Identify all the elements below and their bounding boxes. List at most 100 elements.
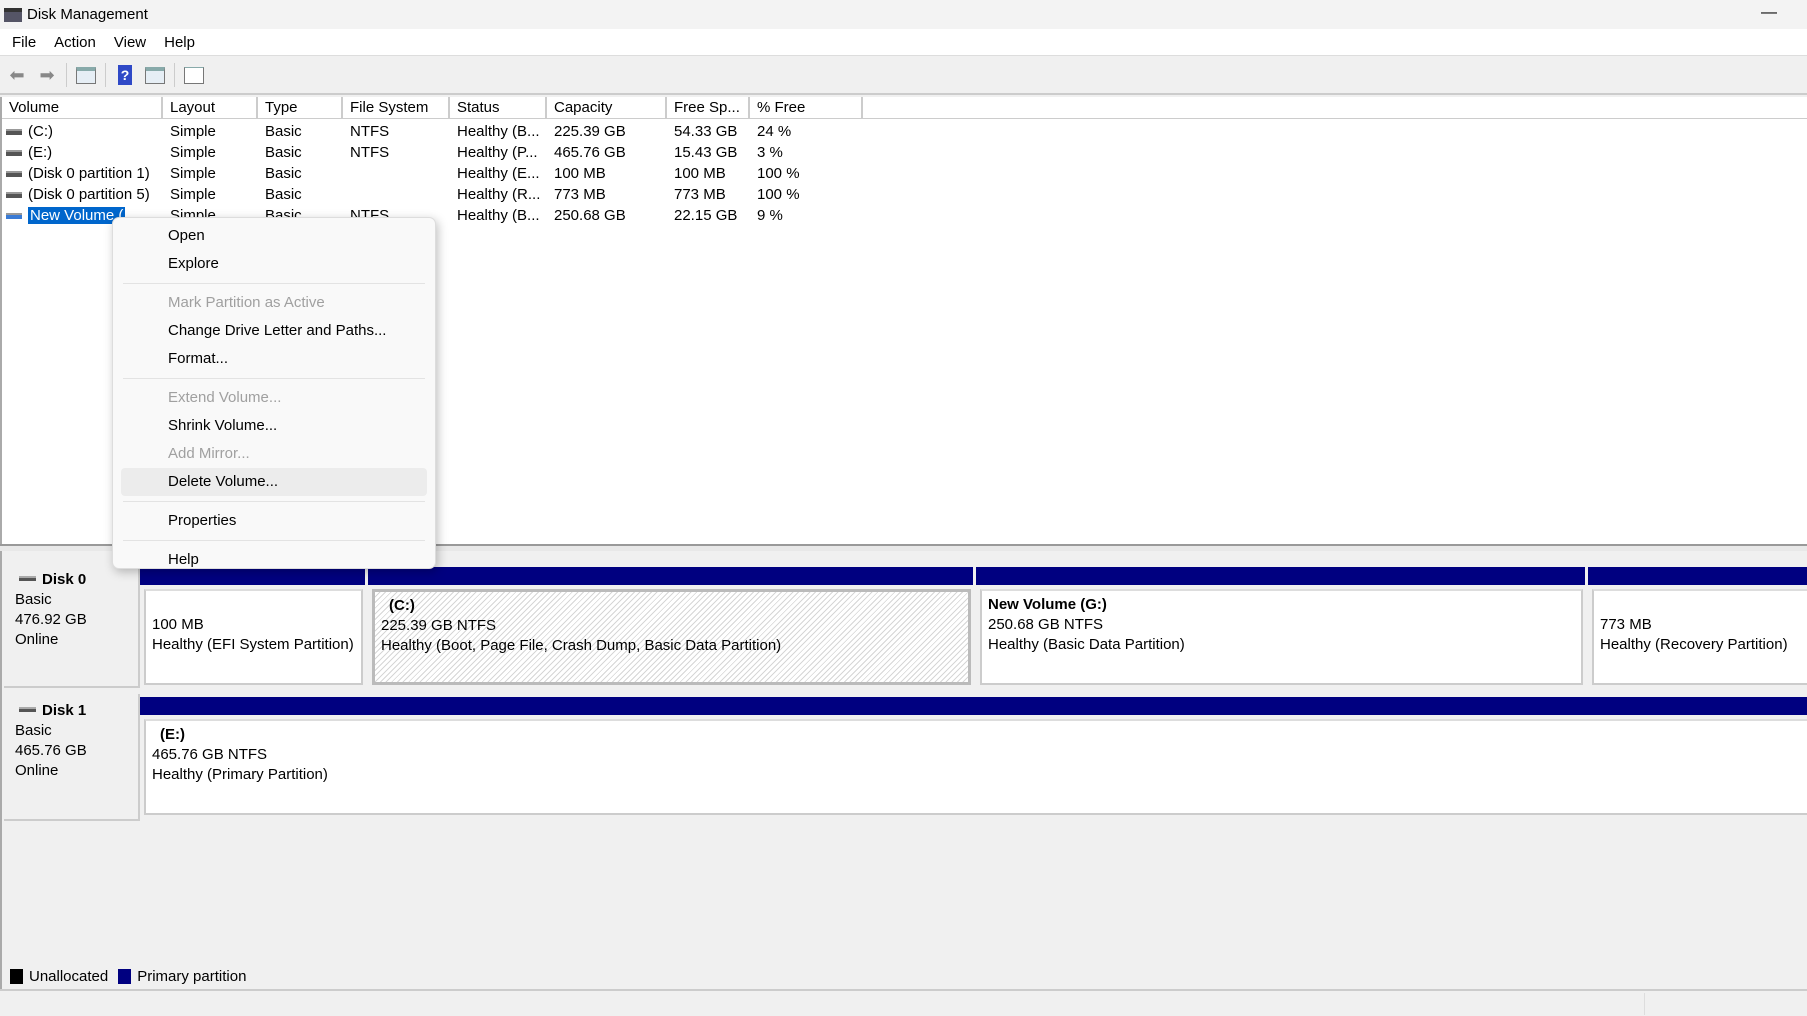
column-header-capacity[interactable]: Capacity [547, 97, 667, 119]
menu-separator [123, 378, 425, 379]
volume-row[interactable]: (E:) Simple Basic NTFS Healthy (P... 465.76 G… [2, 142, 863, 163]
partition-g[interactable]: New Volume (G:) 250.68 GB NTFS Healthy (… [976, 567, 1588, 689]
disk-1-label[interactable]: Disk 1 Basic 465.76 GB Online [4, 694, 140, 821]
cell-layout: Simple [170, 123, 216, 140]
partition-name: New Volume (G:) [988, 596, 1107, 613]
legend: Unallocated Primary partition [0, 964, 1807, 989]
partition-name [1600, 595, 1805, 615]
menu-item-change-drive-letter[interactable]: Change Drive Letter and Paths... [121, 317, 427, 345]
cell-status: Healthy (P... [457, 144, 538, 161]
menu-separator [123, 540, 425, 541]
menu-item-extend-volume: Extend Volume... [168, 389, 282, 406]
cell-pct: 100 % [757, 186, 800, 203]
show-action-pane-icon[interactable] [144, 65, 166, 85]
menu-item-open[interactable]: Open [121, 222, 427, 250]
column-header-free-space[interactable]: Free Sp... [667, 97, 750, 119]
cell-fs [343, 184, 450, 205]
cell-volume: (E:) [2, 142, 163, 163]
cell-status: Healthy (B... [457, 207, 540, 224]
cell-layout: Simple [170, 165, 216, 182]
partition-name: (E:) [160, 726, 185, 743]
disk-management-app-icon [4, 7, 22, 22]
cell-status: Healthy (E... [457, 165, 540, 182]
disk-status: Online [15, 762, 59, 779]
menu-separator [123, 501, 425, 502]
volume-drive-icon [6, 192, 22, 199]
cell-fs [343, 163, 450, 184]
column-header-percent-free[interactable]: % Free [750, 97, 863, 119]
partition-size: 465.76 GB NTFS [152, 746, 268, 763]
disk-status: Online [15, 631, 59, 648]
volume-name: New Volume ( [28, 207, 126, 224]
help-icon[interactable]: ? [114, 65, 136, 85]
partition-efi[interactable]: 100 MB Healthy (EFI System Partition) [140, 567, 368, 689]
menu-view[interactable]: View [114, 34, 146, 51]
title-bar: Disk Management [0, 0, 1807, 29]
toolbar-divider [105, 63, 106, 87]
partition-box: 773 MB Healthy (Recovery Partition) [1592, 589, 1807, 685]
volume-name: (C:) [28, 123, 53, 140]
column-header-status[interactable]: Status [450, 97, 547, 119]
volume-row[interactable]: (Disk 0 partition 1) Simple Basic Healthy (… [2, 163, 863, 184]
cell-fs: NTFS [350, 123, 390, 140]
partition-status: Healthy (Recovery Partition) [1600, 636, 1788, 653]
menu-file[interactable]: File [12, 34, 36, 51]
column-header-layout[interactable]: Layout [163, 97, 258, 119]
volume-row[interactable]: (C:) Simple Basic NTFS Healthy (B... 225.39 G… [2, 121, 863, 142]
volume-drive-icon [6, 129, 22, 136]
cell-type: Basic [265, 123, 302, 140]
partition-status: Healthy (Basic Data Partition) [988, 636, 1185, 653]
cell-free: 15.43 GB [674, 144, 738, 161]
partition-c[interactable]: (C:) 225.39 GB NTFS Healthy (Boot, Page … [368, 567, 976, 689]
column-header-volume[interactable]: Volume [2, 97, 163, 119]
properties-icon[interactable] [183, 65, 205, 85]
toolbar-divider [174, 63, 175, 87]
menu-help[interactable]: Help [164, 34, 195, 51]
context-menu: Open Explore Mark Partition as Active Ch… [112, 217, 436, 569]
menu-item-properties[interactable]: Properties [121, 507, 427, 535]
menu-item-shrink-volume[interactable]: Shrink Volume... [121, 412, 427, 440]
volume-drive-icon [6, 171, 22, 178]
primary-partition-swatch [118, 969, 132, 984]
window-title: Disk Management [27, 6, 148, 23]
disk-icon [19, 576, 36, 581]
cell-free: 54.33 GB [674, 123, 738, 140]
cell-layout: Simple [170, 144, 216, 161]
menu-item-format[interactable]: Format... [121, 345, 427, 373]
partition-name [152, 595, 355, 615]
partition-status: Healthy (Primary Partition) [152, 766, 328, 783]
toolbar: ⬅ ➡ ? [0, 57, 1807, 95]
menu-bar: File Action View Help [0, 29, 1807, 56]
menu-item-help[interactable]: Help [121, 546, 427, 574]
cell-type: Basic [265, 165, 302, 182]
partition-size: 250.68 GB NTFS [988, 616, 1104, 633]
volume-name: (E:) [28, 144, 53, 161]
menu-item-mark-partition-active: Mark Partition as Active [168, 294, 325, 311]
primary-partition-bar [140, 697, 1807, 715]
menu-item-explore[interactable]: Explore [121, 250, 427, 278]
column-header-file-system[interactable]: File System [343, 97, 450, 119]
disk-0-label[interactable]: Disk 0 Basic 476.92 GB Online [4, 563, 140, 688]
column-header-type[interactable]: Type [258, 97, 343, 119]
cell-volume: (Disk 0 partition 5) [2, 184, 163, 205]
menu-item-delete-volume[interactable]: Delete Volume... [121, 468, 427, 496]
disk-type: Basic [15, 722, 52, 739]
disk-name: Disk 1 [42, 702, 87, 719]
back-arrow-icon[interactable]: ⬅ [6, 65, 28, 85]
primary-partition-bar [368, 567, 976, 585]
cell-free: 100 MB [674, 165, 726, 182]
cell-capacity: 773 MB [554, 186, 606, 203]
minimize-button[interactable]: — [1761, 4, 1777, 22]
menu-action[interactable]: Action [54, 34, 96, 51]
cell-status: Healthy (B... [457, 123, 540, 140]
show-hide-console-tree-icon[interactable] [75, 65, 97, 85]
volume-row[interactable]: (Disk 0 partition 5) Simple Basic Healthy (… [2, 184, 863, 205]
cell-free: 773 MB [674, 186, 726, 203]
unallocated-swatch [10, 969, 23, 984]
partition-status: Healthy (Boot, Page File, Crash Dump, Ba… [381, 637, 782, 654]
legend-primary-partition: Primary partition [137, 968, 247, 985]
partition-recovery[interactable]: 773 MB Healthy (Recovery Partition) [1588, 567, 1807, 689]
partition-e[interactable]: (E:) 465.76 GB NTFS Healthy (Primary Par… [140, 697, 1807, 819]
partition-size: 225.39 GB NTFS [381, 617, 497, 634]
forward-arrow-icon[interactable]: ➡ [36, 65, 58, 85]
